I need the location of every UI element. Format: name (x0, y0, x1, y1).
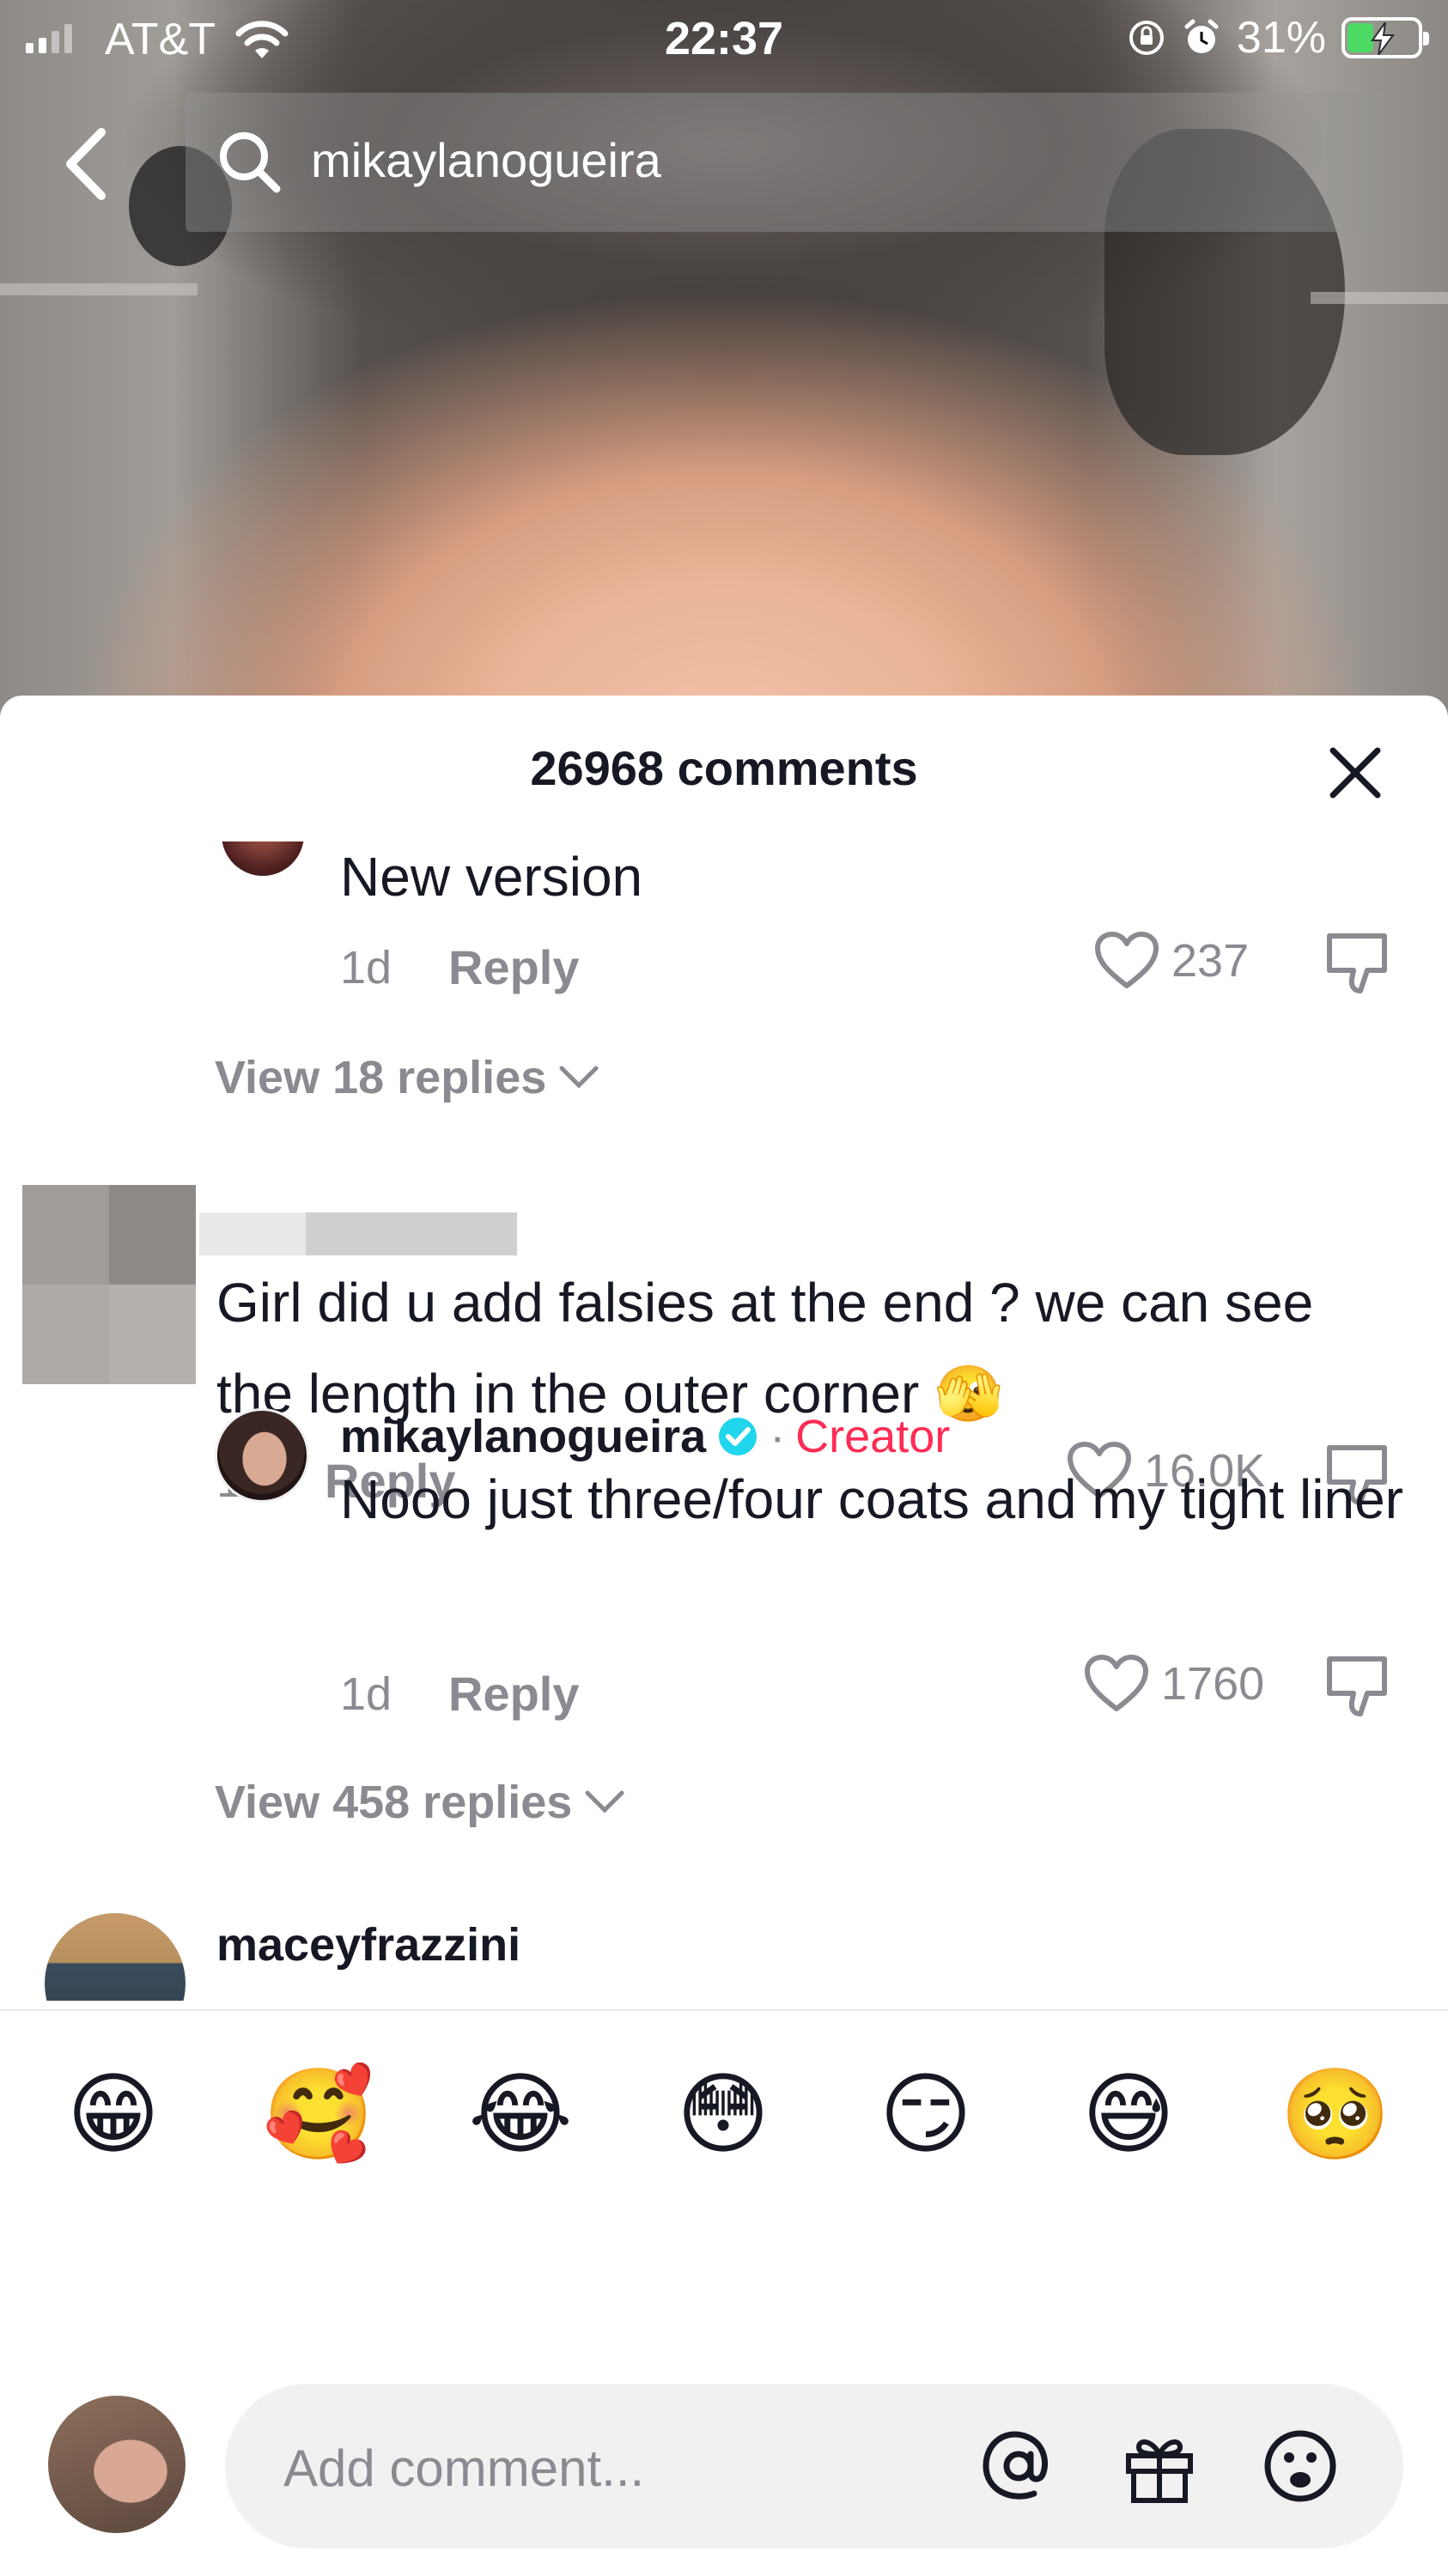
close-icon[interactable] (1324, 742, 1386, 804)
view-replies-button[interactable]: View 458 replies (215, 1776, 625, 1829)
gift-icon[interactable] (1118, 2425, 1201, 2507)
emoji-button[interactable]: 😳 (670, 2061, 776, 2167)
avatar[interactable] (222, 841, 304, 876)
view-replies-button[interactable]: View 18 replies (215, 1051, 599, 1104)
emoji-button[interactable]: 😏 (873, 2061, 979, 2167)
like-count: 237 (1171, 935, 1250, 987)
dislike-icon[interactable] (1323, 929, 1391, 998)
avatar[interactable] (22, 1185, 196, 1384)
bolt-icon (1371, 22, 1395, 55)
reply-username[interactable]: mikaylanogueira (340, 1410, 706, 1463)
comments-sheet: 26968 comments New version 1d Reply 237 … (0, 696, 1448, 2576)
battery-charging-icon (1342, 17, 1429, 58)
shelf-shape (1311, 292, 1448, 304)
creator-avatar[interactable] (215, 1408, 309, 1503)
search-icon (220, 132, 281, 193)
battery-percent: 31% (1236, 13, 1326, 63)
back-arrow-icon[interactable] (60, 125, 112, 203)
username-redacted (199, 1212, 306, 1255)
comment-placeholder: Add comment... (283, 2439, 645, 2497)
shelf-shape (0, 283, 198, 295)
status-bar: AT&T 22:37 31% (0, 0, 1448, 82)
emoji-button[interactable]: 🥰 (263, 2061, 374, 2167)
orientation-lock-icon (1129, 21, 1164, 55)
heart-icon (1085, 1655, 1148, 1711)
emoji-button[interactable]: 🥺 (1280, 2061, 1391, 2167)
like-button[interactable]: 237 (1094, 931, 1249, 991)
avatar[interactable] (45, 1913, 186, 2001)
alarm-icon (1184, 19, 1219, 53)
like-button[interactable]: 1760 (1084, 1654, 1264, 1714)
view-replies-label: View 458 replies (215, 1777, 573, 1828)
emoji-button[interactable]: 😁 (60, 2061, 167, 2167)
emoji-button[interactable]: 😂 (467, 2061, 574, 2167)
reply-button[interactable]: Reply (448, 939, 580, 995)
creator-badge: Creator (795, 1411, 951, 1462)
reply-text: Nooo just three/four coats and my tight … (340, 1468, 1403, 1530)
emoji-quick-bar: 😁 🥰 😂 😳 😏 😅 🥺 (0, 2061, 1448, 2190)
divider (0, 2009, 1448, 2011)
status-icons: 31% (1127, 12, 1429, 64)
comment-username[interactable]: maceyfrazzini (216, 1918, 520, 1971)
reply-time: 1d (340, 1668, 392, 1720)
battery-nub (1423, 32, 1429, 46)
creator-header: mikaylanogueira · Creator (340, 1410, 950, 1463)
search-input[interactable]: mikaylanogueira (186, 93, 1386, 232)
search-query: mikaylanogueira (311, 133, 661, 187)
mention-icon[interactable] (977, 2425, 1060, 2507)
battery-fill (1348, 23, 1373, 52)
user-avatar (48, 2396, 186, 2533)
separator-dot: · (770, 1411, 786, 1462)
dislike-icon[interactable] (1323, 1652, 1391, 1721)
username-redacted (306, 1212, 517, 1255)
heart-icon (1095, 932, 1159, 988)
chevron-down-icon (585, 1790, 624, 1814)
like-count: 1760 (1161, 1658, 1265, 1710)
emoji-button[interactable]: 😅 (1075, 2061, 1182, 2167)
view-replies-label: View 18 replies (215, 1052, 547, 1103)
comments-count-title: 26968 comments (530, 741, 918, 795)
verified-badge-icon (719, 1418, 757, 1455)
comment-input[interactable]: Add comment... (225, 2384, 1403, 2549)
reply-button[interactable]: Reply (448, 1666, 580, 1722)
comment-text: New version (340, 846, 643, 908)
comments-list[interactable]: New version 1d Reply 237 View 18 replies… (0, 841, 1448, 2001)
comment-time: 1d (340, 942, 392, 993)
chevron-down-icon (559, 1066, 599, 1089)
emoji-icon[interactable] (1259, 2425, 1342, 2507)
